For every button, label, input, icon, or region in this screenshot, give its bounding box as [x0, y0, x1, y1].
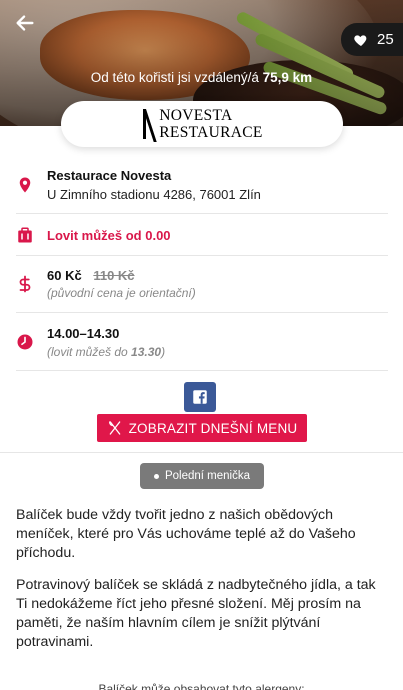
description-paragraph-2: Potravinový balíček se skládá z nadbyteč… [16, 577, 376, 650]
tag-dot-icon [153, 473, 159, 479]
dollar-icon [19, 275, 31, 293]
logo-mark [141, 109, 155, 139]
favorite-count: 25 [377, 31, 394, 48]
divider [0, 452, 403, 453]
price-current: 60 Kč [47, 268, 82, 283]
pickup-time-range: 14.00–14.30 [47, 326, 120, 341]
allergens-heading: Balíček může obsahovat tyto alergeny: [98, 682, 305, 690]
location-pin-icon [19, 177, 31, 193]
logo-line-2: RESTAURACE [159, 124, 263, 141]
favorite-button[interactable]: 25 [341, 23, 403, 56]
facebook-icon [193, 390, 207, 404]
category-tag: Polední menička [140, 463, 264, 489]
restaurant-logo: NOVESTA RESTAURACE [61, 101, 343, 147]
bag-icon [18, 227, 32, 243]
back-arrow-icon [16, 15, 34, 31]
facebook-share-button[interactable] [184, 382, 216, 412]
show-menu-button[interactable]: ZOBRAZIT DNEŠNÍ MENU [97, 414, 307, 442]
distance-value: 75,9 km [262, 70, 313, 85]
logo-line-1: NOVESTA [159, 107, 233, 124]
pickup-start-text: Lovit můžeš od 0.00 [47, 228, 171, 243]
price-original: 110 Kč [93, 268, 135, 283]
restaurant-name: Restaurace Novesta [47, 168, 172, 183]
pickup-start-row: Lovit můžeš od 0.00 [16, 214, 388, 256]
price-row: 60 Kč 110 Kč (původní cena je orientační… [16, 256, 388, 313]
restaurant-address: U Zimního stadionu 4286, 76001 Zlín [47, 187, 261, 202]
pickup-time-note: (lovit můžeš do 13.30) [47, 345, 166, 359]
show-menu-label: ZOBRAZIT DNEŠNÍ MENU [128, 420, 298, 436]
address-row[interactable]: Restaurace Novesta U Zimního stadionu 42… [16, 160, 388, 214]
heart-icon [354, 34, 367, 46]
description-paragraph-1: Balíček bude vždy tvořit jedno z našich … [16, 507, 356, 561]
category-tag-label: Polední menička [164, 470, 251, 482]
price-note: (původní cena je orientační) [47, 286, 196, 300]
pickup-time-row: 14.00–14.30 (lovit můžeš do 13.30) [16, 313, 388, 371]
cutlery-icon [108, 421, 120, 435]
back-button[interactable] [14, 10, 50, 40]
clock-icon [17, 334, 33, 350]
distance-prefix: Od této kořisti jsi vzdálený/á [90, 70, 259, 85]
distance-text: Od této kořisti jsi vzdálený/á 75,9 km [0, 70, 403, 85]
